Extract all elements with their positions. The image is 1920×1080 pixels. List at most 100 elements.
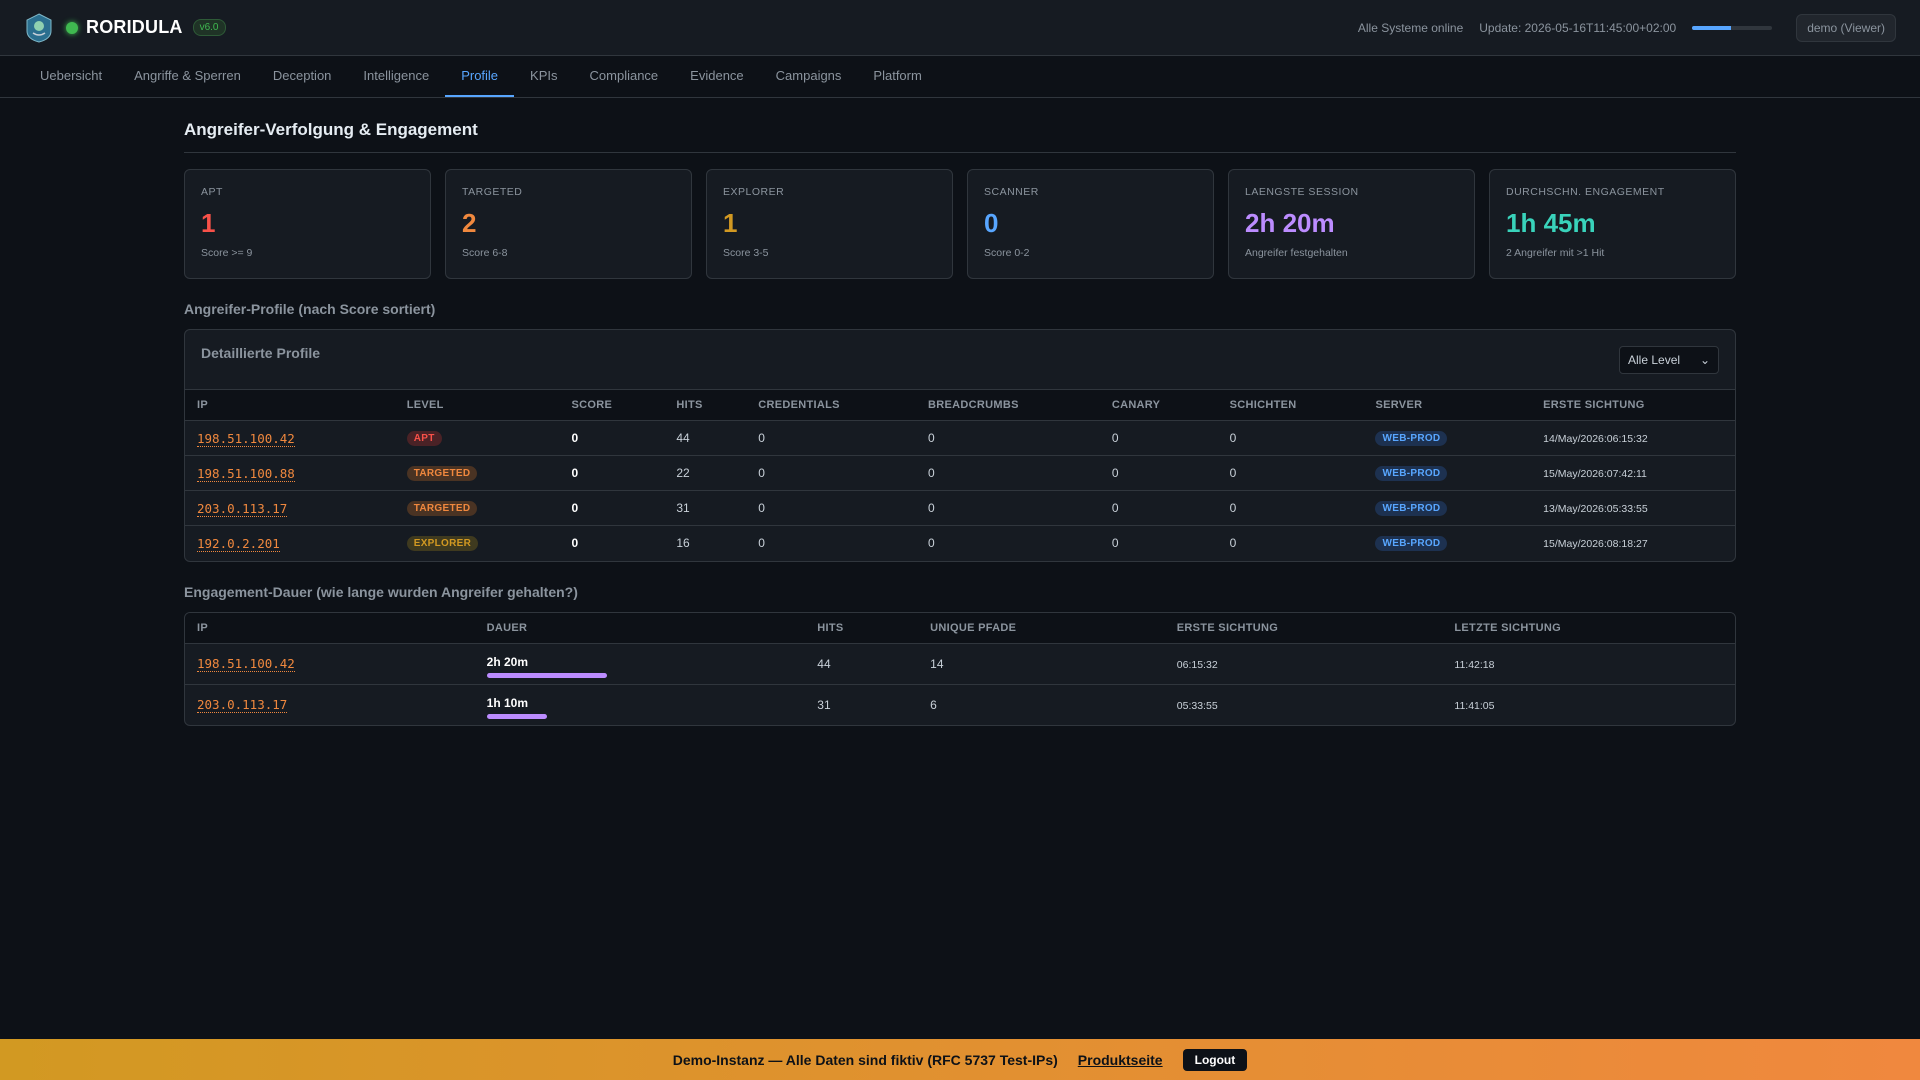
hits-value: 31 [817,697,831,712]
column-header: ERSTE SICHTUNG [1531,390,1735,421]
kpi-card: DURCHSCHN. ENGAGEMENT 1h 45m 2 Angreifer m… [1489,169,1736,279]
column-header: UNIQUE PFADE [918,612,1165,644]
breadcrumbs-value: 0 [928,536,935,551]
level-filter-value: Alle Level [1628,352,1681,367]
logout-button[interactable]: Logout [1182,1048,1248,1071]
first-seen-value: 06:15:32 [1176,658,1218,671]
canary-value: 0 [1111,431,1119,445]
tab-kpis[interactable]: KPIs [514,56,573,97]
kpi-card: TARGETED 2 Score 6-8 [445,169,692,279]
column-header: CANARY [1099,390,1218,421]
table-row: 203.0.113.17 1h 10m 31 6 05:33:55 11:41:05 [185,684,1735,725]
canary-value: 0 [1111,466,1119,480]
tab-campaigns[interactable]: Campaigns [760,56,858,97]
kpi-value: 1 [723,208,738,238]
ip-link[interactable]: 203.0.113.17 [197,500,288,517]
tab-deception[interactable]: Deception [257,56,348,97]
kpi-label: LAENGSTE SESSION [1245,186,1359,198]
column-header: HITS [664,390,747,421]
kpi-label: SCANNER [984,186,1039,198]
kpi-subtext: Angreifer festgehalten [1245,247,1348,259]
column-header: SCHICHTEN [1217,390,1364,421]
unique-paths-value: 14 [930,656,944,671]
tab-profile[interactable]: Profile [445,56,515,97]
version-badge: v6.0 [192,19,226,36]
kpi-label: APT [201,186,223,198]
user-menu-button[interactable]: demo (Viewer) [1796,13,1896,42]
server-badge: WEB-PROD [1375,431,1448,446]
ip-link[interactable]: 192.0.2.201 [197,535,280,552]
breadcrumbs-value: 0 [928,431,935,445]
hits-value: 22 [676,466,690,480]
hits-value: 44 [676,431,690,445]
first-seen-value: 14/May/2026:06:15:32 [1543,433,1648,445]
column-header: SCORE [559,390,665,421]
ip-link[interactable]: 198.51.100.42 [197,430,295,447]
ip-link[interactable]: 198.51.100.42 [197,656,295,672]
column-header: BREADCRUMBS [916,390,1100,421]
kpi-subtext: Score 0-2 [984,247,1030,259]
level-badge: TARGETED [406,501,478,516]
tab-platform[interactable]: Platform [857,56,937,97]
duration-bar [486,714,547,720]
credentials-value: 0 [758,431,765,445]
table-row: 198.51.100.88 TARGETED 0 22 0 0 0 0 WEB-PROD 15/M… [185,455,1735,491]
kpi-value: 1h 45m [1506,208,1596,238]
tab-intelligence[interactable]: Intelligence [347,56,445,97]
tab-evidence[interactable]: Evidence [674,56,759,97]
score-value: 0 [571,536,579,551]
kpi-value: 0 [984,208,999,238]
column-header: LEVEL [394,390,560,421]
chevron-down-icon: ⌄ [1699,352,1710,367]
table-row: 203.0.113.17 TARGETED 0 31 0 0 0 0 WEB-PROD 13/Ma… [185,490,1735,526]
first-seen-value: 15/May/2026:08:18:27 [1543,538,1648,551]
first-seen-value: 05:33:55 [1176,699,1218,712]
kpi-row: APT 1 Score >= 9 TARGETED 2 Score 6-8 EXPLORER… [184,169,1736,279]
engagement-table: IP DAUER HITS UNIQUE PFADE ERSTE SICHTUNG LET… [185,612,1735,726]
column-header: CREDENTIALS [746,390,917,421]
kpi-subtext: 2 Angreifer mit >1 Hit [1506,247,1605,259]
first-seen-value: 15/May/2026:07:42:11 [1543,468,1647,480]
ip-link[interactable]: 198.51.100.88 [197,465,295,482]
table-row: 198.51.100.42 APT 0 44 0 0 0 0 WEB-PROD 14/May/20… [185,420,1735,456]
top-bar: RORIDULA v6.0 Alle Systeme online Update… [0,0,1920,56]
tab-uebersicht[interactable]: Uebersicht [24,56,118,97]
update-timestamp: Update: 2026-05-16T11:45:00+02:00 [1479,20,1677,35]
tab-compliance[interactable]: Compliance [574,56,675,97]
level-badge: EXPLORER [406,536,479,552]
column-header: ERSTE SICHTUNG [1164,612,1443,644]
ip-link[interactable]: 203.0.113.17 [197,697,288,714]
product-page-link[interactable]: Produktseite [1078,1052,1163,1068]
profiles-panel: Detaillierte Profile Alle Level ⌄ IP LEVE… [184,329,1736,562]
main-navigation: Uebersicht Angriffe & Sperren Deception Int… [0,56,1920,98]
first-seen-value: 13/May/2026:05:33:55 [1543,503,1648,515]
kpi-label: EXPLORER [723,186,785,198]
engagement-panel: IP DAUER HITS UNIQUE PFADE ERSTE SICHTUNG LET… [184,611,1736,726]
level-badge: TARGETED [406,466,478,481]
tab-angriffe-sperren[interactable]: Angriffe & Sperren [118,56,257,97]
breadcrumbs-value: 0 [928,466,935,480]
credentials-value: 0 [758,501,765,515]
kpi-value: 1 [201,208,216,238]
brand-name: RORIDULA [86,17,183,37]
kpi-value: 2h 20m [1245,208,1335,238]
level-filter-select[interactable]: Alle Level ⌄ [1619,345,1719,374]
schichten-value: 0 [1229,536,1237,551]
profiles-section-title: Angreifer-Profile (nach Score sortiert) [184,301,436,317]
server-badge: WEB-PROD [1375,536,1448,552]
column-header: LETZTE SICHTUNG [1442,612,1735,644]
server-badge: WEB-PROD [1375,501,1448,516]
score-value: 0 [571,501,579,515]
main-content: Angreifer-Verfolgung & Engagement APT 1 Sc… [184,120,1736,726]
kpi-label: DURCHSCHN. ENGAGEMENT [1506,186,1665,198]
kpi-subtext: Score >= 9 [201,247,253,259]
column-header: IP [185,612,475,644]
kpi-value: 2 [462,208,477,238]
refresh-progress-fill [1692,25,1731,30]
page-title: Angreifer-Verfolgung & Engagement [184,120,1736,153]
kpi-card: SCANNER 0 Score 0-2 [967,169,1214,279]
unique-paths-value: 6 [930,697,937,712]
duration-bar [486,673,607,678]
profiles-panel-title: Detaillierte Profile [201,344,321,361]
app-logo [24,12,54,43]
